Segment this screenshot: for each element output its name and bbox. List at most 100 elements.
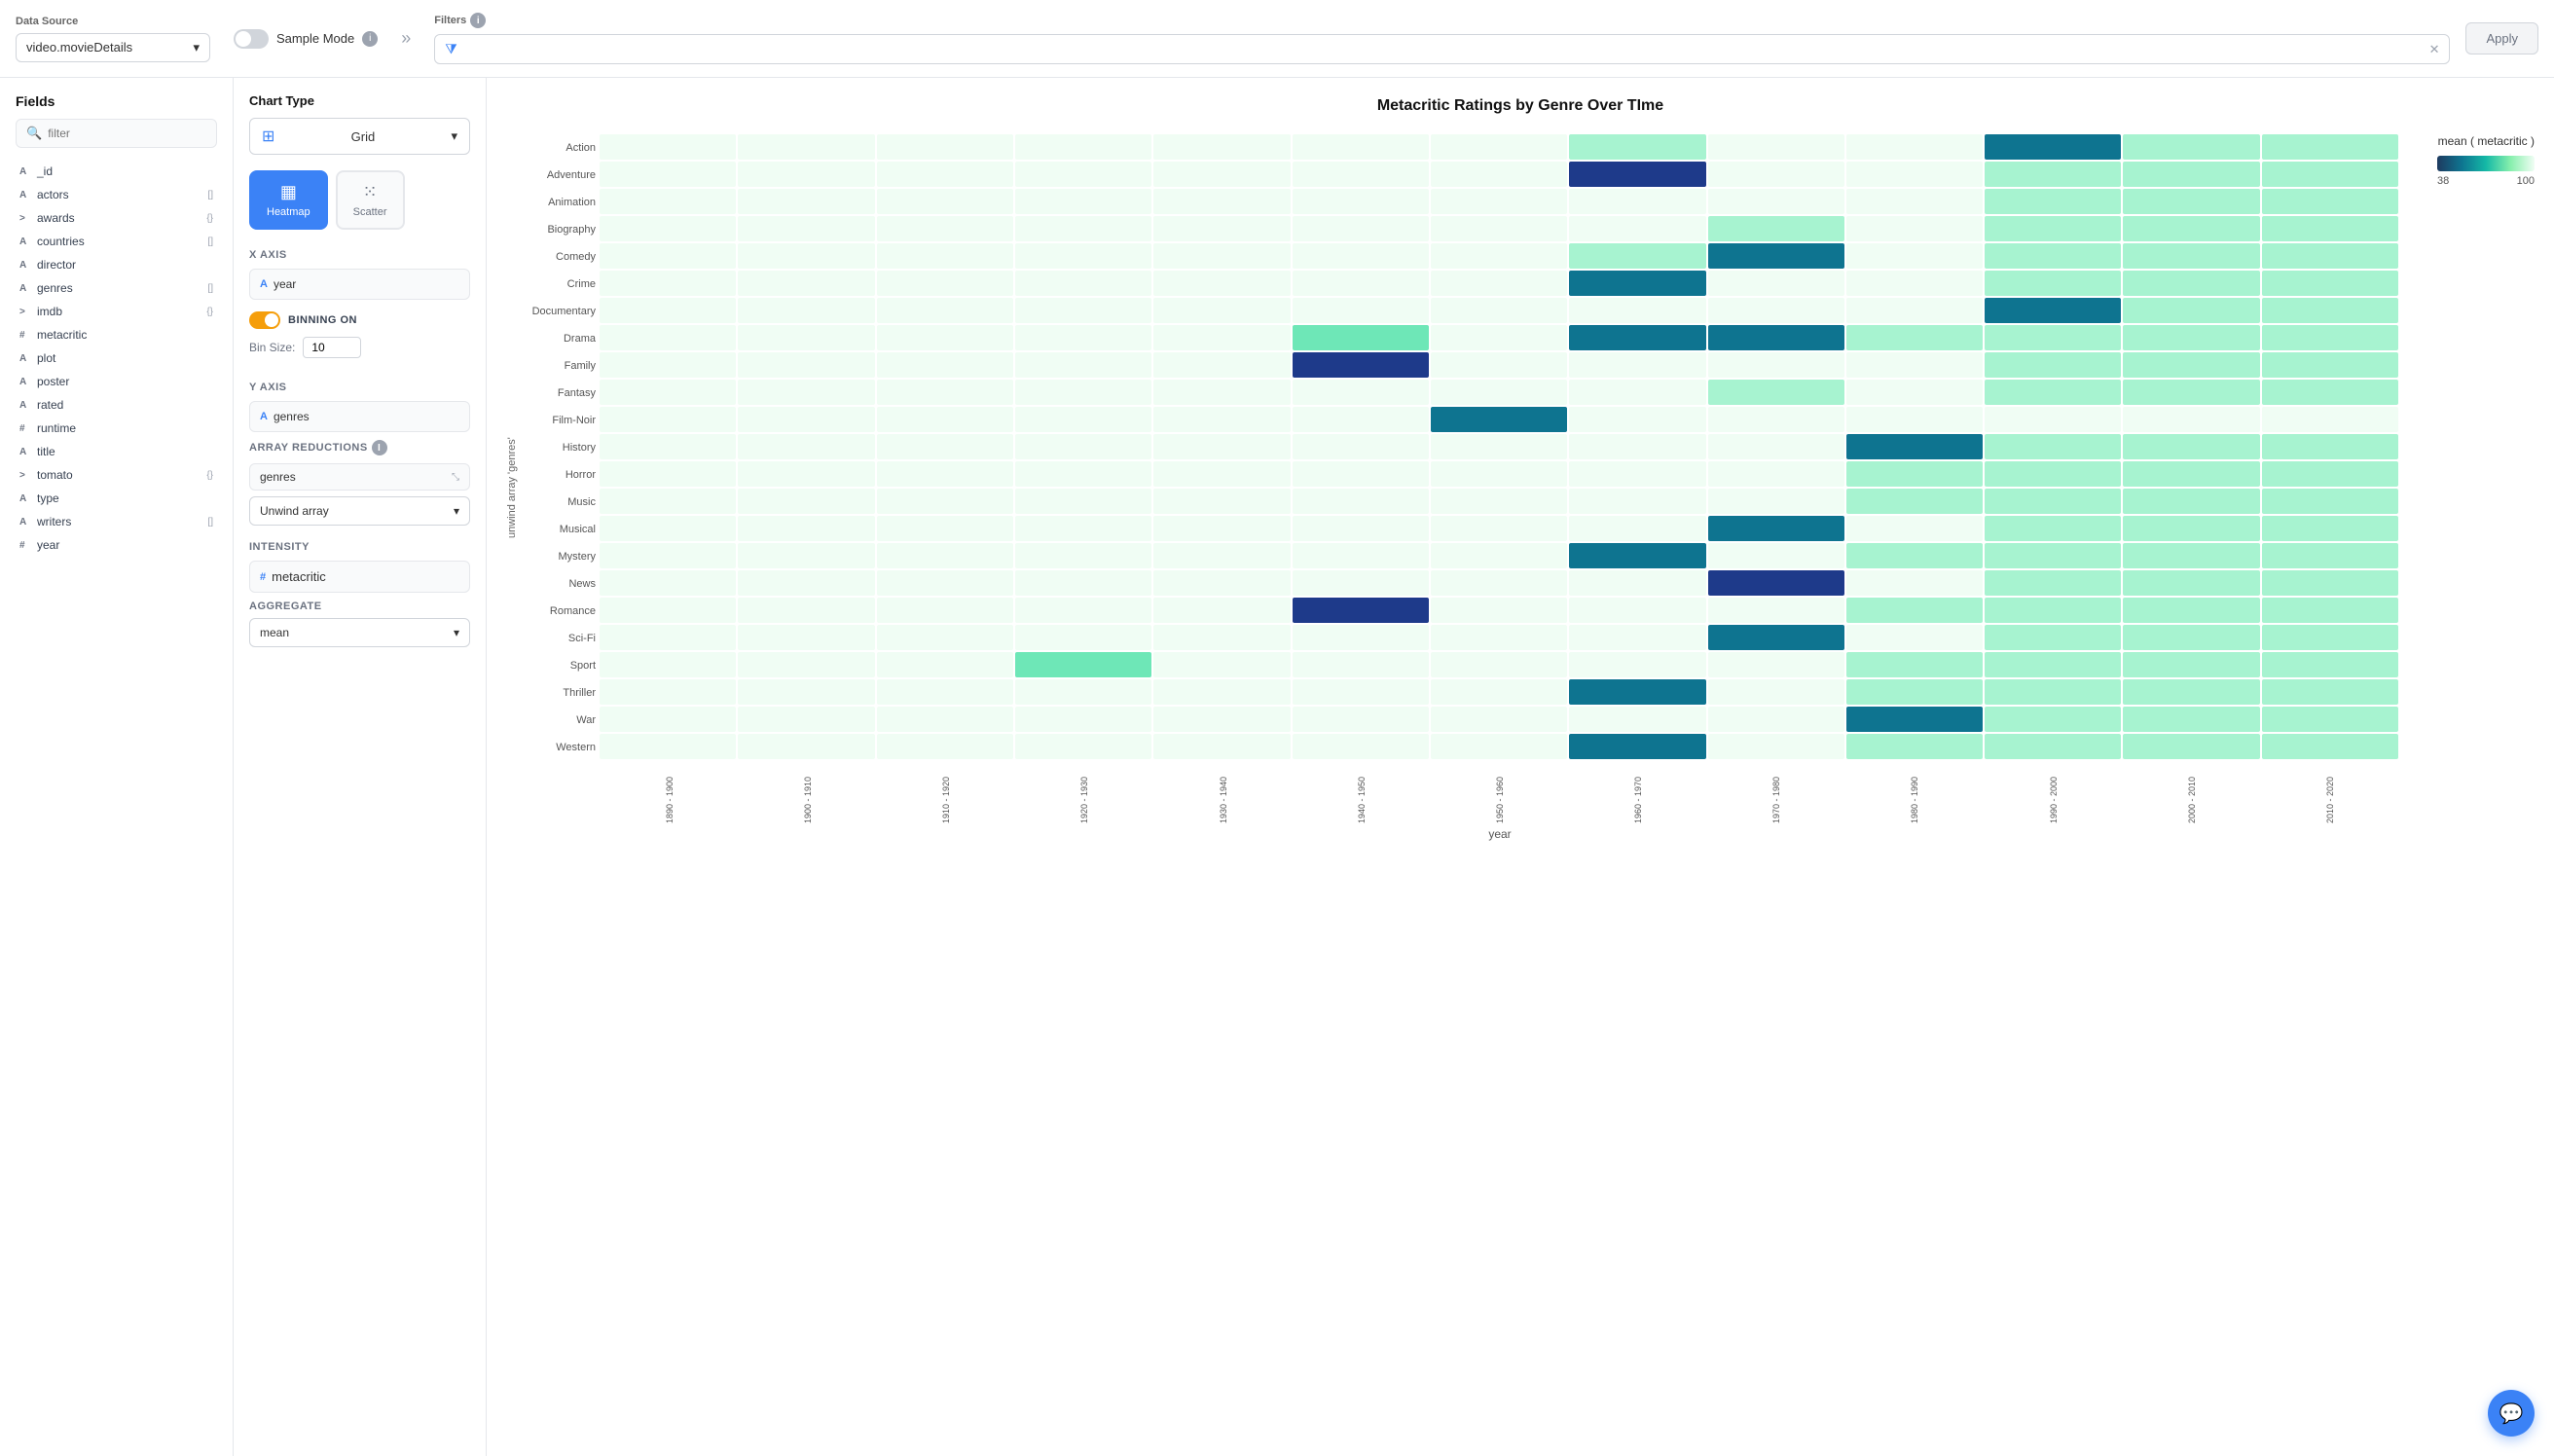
grid-cell-10-1[interactable] xyxy=(738,407,874,432)
grid-cell-16-8[interactable] xyxy=(1708,570,1844,596)
grid-cell-14-6[interactable] xyxy=(1431,516,1567,541)
grid-cell-21-12[interactable] xyxy=(2262,707,2398,732)
grid-cell-8-1[interactable] xyxy=(738,352,874,378)
grid-cell-9-1[interactable] xyxy=(738,380,874,405)
grid-cell-22-7[interactable] xyxy=(1569,734,1705,759)
grid-cell-7-5[interactable] xyxy=(1293,325,1429,350)
grid-cell-18-4[interactable] xyxy=(1153,625,1290,650)
grid-cell-11-11[interactable] xyxy=(2123,434,2259,459)
grid-cell-5-2[interactable] xyxy=(877,271,1013,296)
grid-cell-18-6[interactable] xyxy=(1431,625,1567,650)
grid-cell-4-11[interactable] xyxy=(2123,243,2259,269)
grid-cell-14-9[interactable] xyxy=(1846,516,1983,541)
sidebar-field-title[interactable]: A title xyxy=(16,440,217,463)
grid-cell-15-1[interactable] xyxy=(738,543,874,568)
grid-cell-7-6[interactable] xyxy=(1431,325,1567,350)
grid-cell-5-10[interactable] xyxy=(1985,271,2121,296)
grid-cell-15-5[interactable] xyxy=(1293,543,1429,568)
grid-cell-9-8[interactable] xyxy=(1708,380,1844,405)
grid-cell-1-4[interactable] xyxy=(1153,162,1290,187)
grid-cell-7-7[interactable] xyxy=(1569,325,1705,350)
grid-cell-14-5[interactable] xyxy=(1293,516,1429,541)
grid-cell-17-11[interactable] xyxy=(2123,598,2259,623)
grid-cell-2-2[interactable] xyxy=(877,189,1013,214)
grid-cell-19-3[interactable] xyxy=(1015,652,1151,677)
grid-cell-14-8[interactable] xyxy=(1708,516,1844,541)
grid-cell-11-0[interactable] xyxy=(600,434,736,459)
sample-mode-info-icon[interactable]: i xyxy=(362,31,378,47)
grid-cell-4-9[interactable] xyxy=(1846,243,1983,269)
grid-cell-17-5[interactable] xyxy=(1293,598,1429,623)
grid-cell-7-3[interactable] xyxy=(1015,325,1151,350)
grid-cell-19-7[interactable] xyxy=(1569,652,1705,677)
grid-cell-4-2[interactable] xyxy=(877,243,1013,269)
grid-cell-9-11[interactable] xyxy=(2123,380,2259,405)
grid-cell-17-8[interactable] xyxy=(1708,598,1844,623)
grid-cell-1-3[interactable] xyxy=(1015,162,1151,187)
sidebar-field-director[interactable]: A director xyxy=(16,253,217,276)
grid-cell-9-0[interactable] xyxy=(600,380,736,405)
grid-cell-13-3[interactable] xyxy=(1015,489,1151,514)
grid-cell-19-9[interactable] xyxy=(1846,652,1983,677)
grid-cell-2-11[interactable] xyxy=(2123,189,2259,214)
grid-cell-0-1[interactable] xyxy=(738,134,874,160)
grid-cell-17-6[interactable] xyxy=(1431,598,1567,623)
grid-cell-13-6[interactable] xyxy=(1431,489,1567,514)
grid-cell-11-12[interactable] xyxy=(2262,434,2398,459)
grid-cell-19-12[interactable] xyxy=(2262,652,2398,677)
grid-cell-22-3[interactable] xyxy=(1015,734,1151,759)
sidebar-field-actors[interactable]: A actors [] xyxy=(16,183,217,206)
grid-cell-20-3[interactable] xyxy=(1015,679,1151,705)
reduction-method-select[interactable]: Unwind array ▾ xyxy=(249,496,470,526)
sidebar-field-poster[interactable]: A poster xyxy=(16,370,217,393)
grid-cell-11-3[interactable] xyxy=(1015,434,1151,459)
grid-cell-4-4[interactable] xyxy=(1153,243,1290,269)
grid-cell-17-7[interactable] xyxy=(1569,598,1705,623)
sidebar-field-rated[interactable]: A rated xyxy=(16,393,217,417)
grid-cell-1-8[interactable] xyxy=(1708,162,1844,187)
grid-cell-3-8[interactable] xyxy=(1708,216,1844,241)
filter-clear-icon[interactable]: ✕ xyxy=(2429,42,2440,57)
grid-cell-1-2[interactable] xyxy=(877,162,1013,187)
grid-cell-13-12[interactable] xyxy=(2262,489,2398,514)
grid-cell-7-12[interactable] xyxy=(2262,325,2398,350)
grid-cell-6-0[interactable] xyxy=(600,298,736,323)
grid-cell-6-1[interactable] xyxy=(738,298,874,323)
grid-cell-14-12[interactable] xyxy=(2262,516,2398,541)
grid-cell-1-9[interactable] xyxy=(1846,162,1983,187)
grid-cell-1-6[interactable] xyxy=(1431,162,1567,187)
sidebar-field-awards[interactable]: > awards {} xyxy=(16,206,217,230)
grid-cell-10-6[interactable] xyxy=(1431,407,1567,432)
grid-cell-16-3[interactable] xyxy=(1015,570,1151,596)
grid-cell-19-4[interactable] xyxy=(1153,652,1290,677)
grid-cell-19-5[interactable] xyxy=(1293,652,1429,677)
grid-cell-21-6[interactable] xyxy=(1431,707,1567,732)
grid-cell-19-8[interactable] xyxy=(1708,652,1844,677)
sidebar-field-tomato[interactable]: > tomato {} xyxy=(16,463,217,487)
grid-cell-13-8[interactable] xyxy=(1708,489,1844,514)
bin-size-input[interactable] xyxy=(303,337,361,358)
grid-cell-13-0[interactable] xyxy=(600,489,736,514)
grid-cell-16-7[interactable] xyxy=(1569,570,1705,596)
grid-cell-11-8[interactable] xyxy=(1708,434,1844,459)
binning-toggle[interactable] xyxy=(249,311,280,329)
grid-cell-4-1[interactable] xyxy=(738,243,874,269)
grid-cell-9-10[interactable] xyxy=(1985,380,2121,405)
grid-cell-2-7[interactable] xyxy=(1569,189,1705,214)
grid-cell-4-6[interactable] xyxy=(1431,243,1567,269)
grid-cell-10-12[interactable] xyxy=(2262,407,2398,432)
grid-cell-18-2[interactable] xyxy=(877,625,1013,650)
grid-cell-10-5[interactable] xyxy=(1293,407,1429,432)
grid-cell-6-2[interactable] xyxy=(877,298,1013,323)
grid-cell-6-11[interactable] xyxy=(2123,298,2259,323)
grid-cell-10-4[interactable] xyxy=(1153,407,1290,432)
grid-cell-0-5[interactable] xyxy=(1293,134,1429,160)
grid-cell-7-2[interactable] xyxy=(877,325,1013,350)
grid-cell-1-5[interactable] xyxy=(1293,162,1429,187)
grid-cell-3-4[interactable] xyxy=(1153,216,1290,241)
grid-cell-2-0[interactable] xyxy=(600,189,736,214)
grid-cell-3-11[interactable] xyxy=(2123,216,2259,241)
sample-mode-toggle[interactable] xyxy=(234,29,269,49)
grid-cell-8-3[interactable] xyxy=(1015,352,1151,378)
grid-cell-8-5[interactable] xyxy=(1293,352,1429,378)
